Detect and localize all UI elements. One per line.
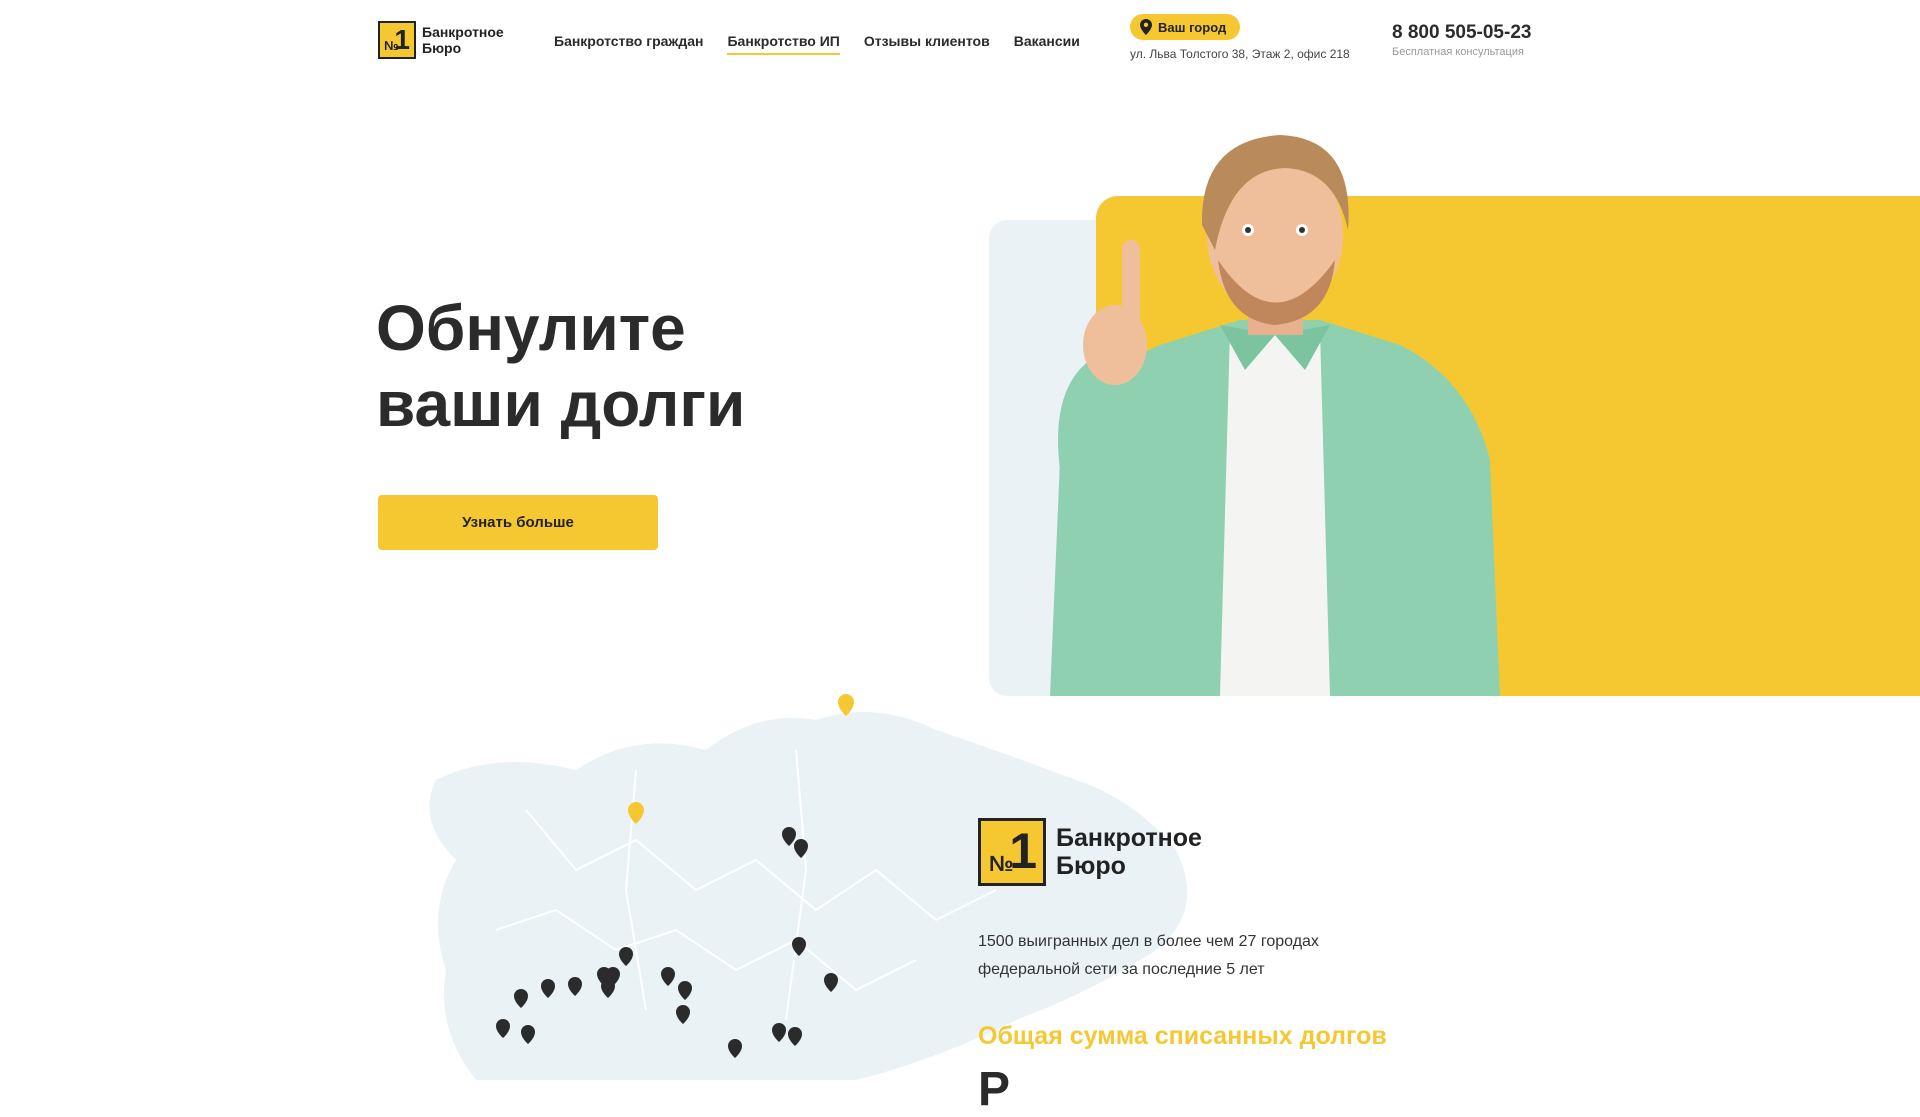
stats-text: 1500 выигранных дел в более чем 27 город…	[978, 933, 1319, 978]
logo-mark: № 1	[378, 21, 416, 59]
logo[interactable]: № 1 Банкротное Бюро	[378, 21, 504, 59]
nav-item-vacancies[interactable]: Вакансии	[1014, 33, 1080, 55]
learn-more-button[interactable]: Узнать больше	[378, 495, 658, 550]
hero-person-image	[1050, 135, 1500, 696]
site-header: № 1 Банкротное Бюро Банкротство граждан …	[0, 0, 1920, 80]
office-address: ул. Льва Толстого 38, Этаж 2, офис 218	[1130, 47, 1350, 61]
about-logo-text: Банкротное Бюро	[1056, 824, 1202, 880]
phone-subtitle: Бесплатная консультация	[1392, 46, 1524, 58]
about-logo: № 1 Банкротное Бюро	[978, 818, 1202, 886]
phone-number[interactable]: 8 800 505-05-23	[1392, 22, 1531, 44]
logo-text: Банкротное Бюро	[422, 24, 504, 56]
city-button[interactable]: Ваш город	[1130, 14, 1241, 40]
debt-sum-title: Общая сумма списанных долгов	[978, 1022, 1387, 1050]
debt-sum-value: Р	[978, 1063, 1011, 1116]
nav-item-ip[interactable]: Банкротство ИП	[727, 33, 840, 55]
nav-item-reviews[interactable]: Отзывы клиентов	[864, 33, 990, 55]
about-logo-mark: № 1	[978, 818, 1046, 886]
hero-title: Обнулите ваши долги	[376, 292, 746, 440]
nav-item-citizens[interactable]: Банкротство граждан	[554, 33, 703, 55]
city-button-label: Ваш город	[1158, 19, 1227, 35]
location-pin-icon	[1140, 19, 1152, 35]
main-nav: Банкротство граждан Банкротство ИП Отзыв…	[554, 33, 1080, 55]
